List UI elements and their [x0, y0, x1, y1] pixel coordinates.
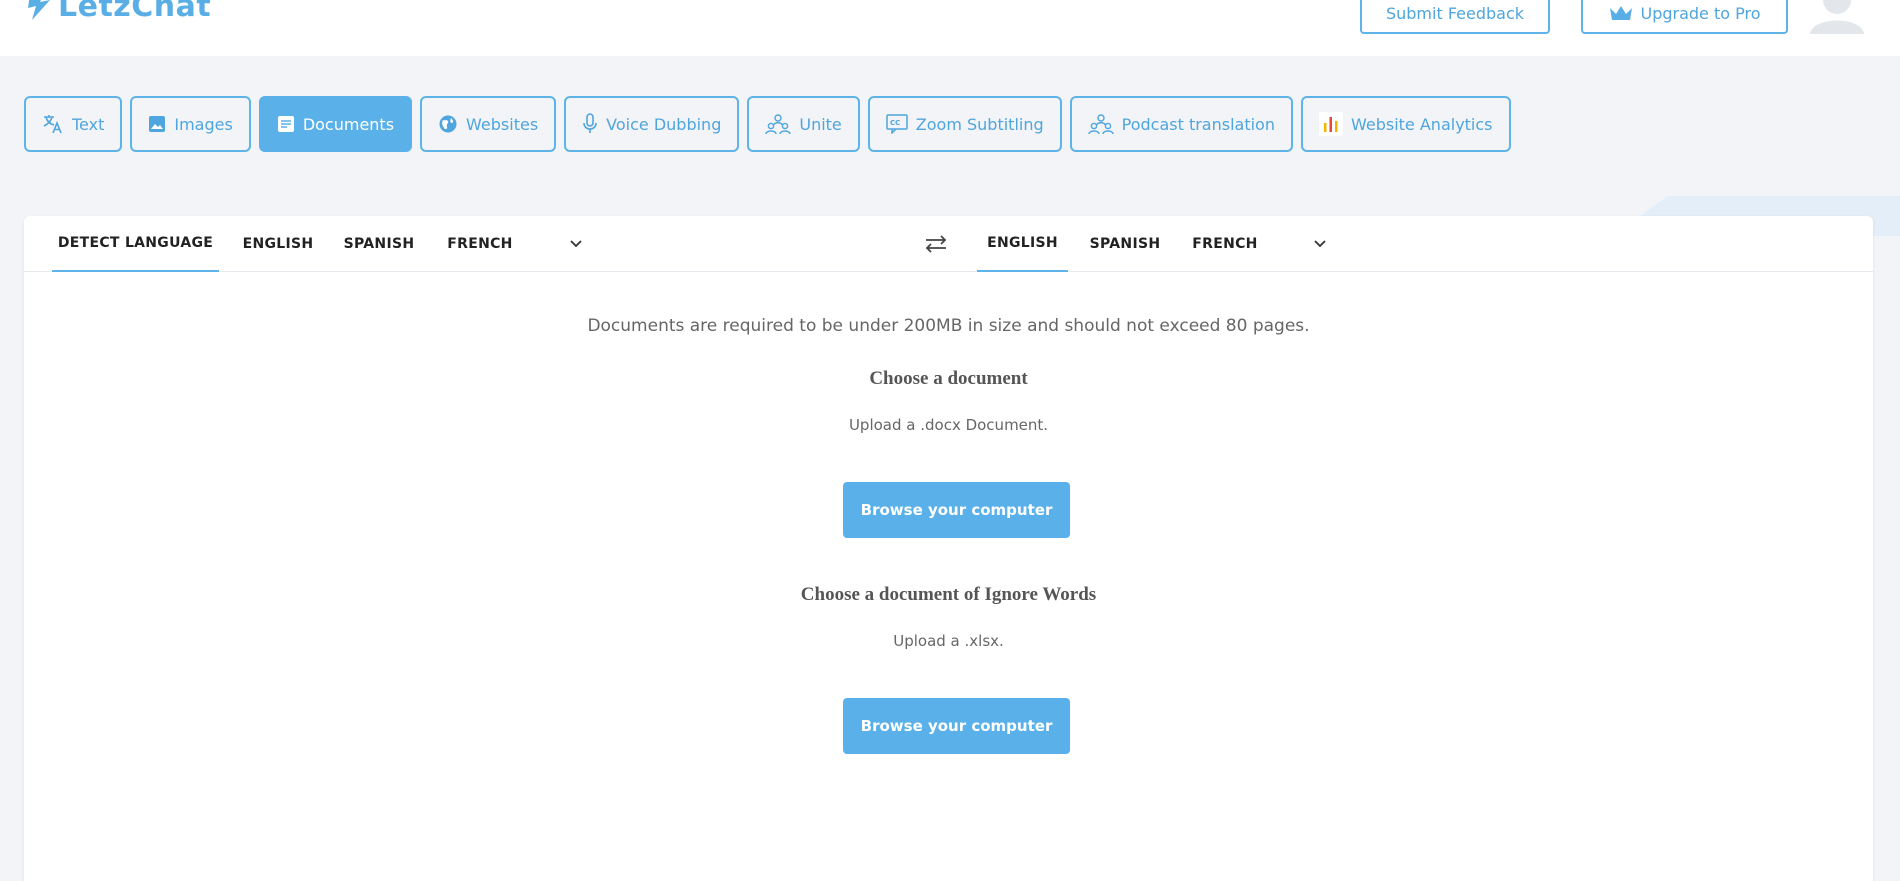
globe-icon — [439, 115, 457, 133]
source-lang-detect[interactable]: DETECT LANGUAGE — [52, 216, 219, 272]
crown-icon — [1610, 6, 1633, 20]
tab-website-analytics[interactable]: Website Analytics — [1300, 96, 1511, 152]
tab-text-label: Text — [72, 114, 105, 134]
group-icon — [765, 114, 792, 135]
source-lang-spanish[interactable]: SPANISH — [344, 216, 414, 272]
tab-unite-label: Unite — [799, 114, 842, 134]
tab-images[interactable]: Images — [130, 96, 251, 152]
browse-ignore-words-button[interactable]: Browse your computer — [843, 698, 1070, 754]
tab-documents[interactable]: Documents — [258, 96, 413, 152]
tab-unite[interactable]: Unite — [747, 96, 860, 152]
submit-feedback-label: Submit Feedback — [1385, 3, 1525, 23]
document-icon — [277, 116, 294, 132]
language-bar: DETECT LANGUAGE ENGLISH SPANISH FRENCH E… — [24, 216, 1873, 272]
tab-images-label: Images — [174, 114, 233, 134]
tab-voice-dubbing[interactable]: Voice Dubbing — [564, 96, 740, 152]
tab-text[interactable]: Text — [24, 96, 123, 152]
upgrade-to-pro-button[interactable]: Upgrade to Pro — [1581, 0, 1788, 34]
choose-ignore-words-heading: Choose a document of Ignore Words — [800, 584, 1097, 605]
submit-feedback-button[interactable]: Submit Feedback — [1360, 0, 1550, 34]
logo-text: LetzChat — [58, 0, 212, 24]
swap-languages-icon[interactable] — [924, 234, 948, 254]
upload-xlsx-hint: Upload a .xlsx. — [893, 632, 1004, 650]
image-icon — [149, 116, 166, 132]
tab-websites[interactable]: Websites — [420, 96, 557, 152]
microphone-icon — [583, 113, 597, 133]
target-lang-english[interactable]: ENGLISH — [977, 216, 1068, 272]
target-lang-spanish[interactable]: SPANISH — [1090, 216, 1160, 272]
user-avatar-icon[interactable] — [1806, 0, 1868, 34]
tab-zoom-subtitling[interactable]: CC Zoom Subtitling — [867, 96, 1062, 152]
chevron-down-icon[interactable] — [1312, 236, 1328, 252]
choose-document-heading: Choose a document — [869, 368, 1028, 389]
chevron-down-icon[interactable] — [568, 236, 584, 252]
source-lang-french[interactable]: FRENCH — [445, 216, 515, 272]
svg-text:CC: CC — [890, 119, 900, 127]
feature-tabs: Text Images Documents Websites Voice Dub… — [24, 96, 1511, 152]
bar-chart-icon — [1318, 112, 1343, 136]
letzchat-logo[interactable]: LetzChat — [26, 0, 211, 26]
top-header: LetzChat Submit Feedback Upgrade to Pro — [0, 0, 1900, 56]
group-icon — [1087, 114, 1114, 135]
upgrade-to-pro-label: Upgrade to Pro — [1640, 3, 1761, 23]
upload-docx-hint: Upload a .docx Document. — [848, 416, 1049, 434]
tab-website-analytics-label: Website Analytics — [1350, 114, 1493, 134]
tab-podcast-translation-label: Podcast translation — [1121, 114, 1275, 134]
browse-document-button[interactable]: Browse your computer — [843, 482, 1070, 538]
source-lang-english[interactable]: ENGLISH — [243, 216, 314, 272]
tab-websites-label: Websites — [466, 114, 539, 134]
tab-zoom-subtitling-label: Zoom Subtitling — [915, 114, 1044, 134]
tab-podcast-translation[interactable]: Podcast translation — [1069, 96, 1293, 152]
target-lang-french[interactable]: FRENCH — [1190, 216, 1260, 272]
translate-icon — [43, 115, 62, 134]
logo-icon — [28, 0, 50, 20]
translation-card: DETECT LANGUAGE ENGLISH SPANISH FRENCH E… — [24, 216, 1873, 881]
document-requirements-text: Documents are required to be under 200MB… — [587, 316, 1310, 336]
tab-documents-label: Documents — [302, 114, 395, 134]
tab-voice-dubbing-label: Voice Dubbing — [606, 114, 722, 134]
subtitles-icon: CC — [886, 114, 908, 134]
